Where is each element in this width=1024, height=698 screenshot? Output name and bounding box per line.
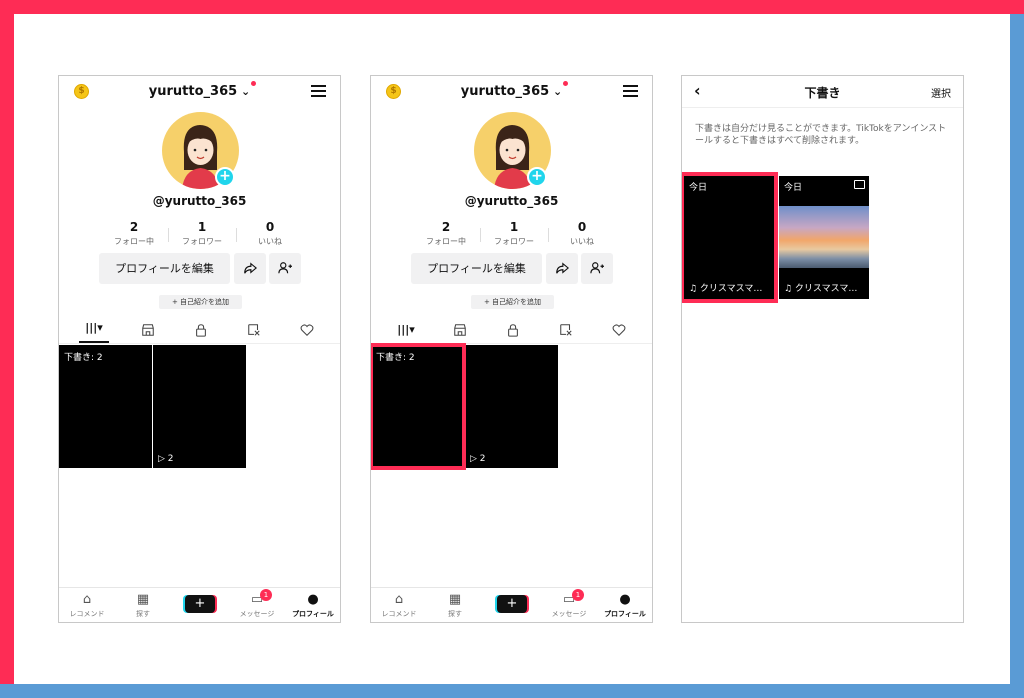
nav-inbox[interactable]: ▭ 1 メッセージ	[541, 589, 597, 619]
create-icon: +	[497, 595, 527, 613]
username-switcher[interactable]: yurutto_365 ⌄	[371, 84, 652, 99]
highlight-box	[682, 172, 778, 303]
tab-shop[interactable]	[445, 320, 475, 340]
profile-topbar: $ yurutto_365 ⌄	[59, 76, 340, 106]
profile-screen-1: $ yurutto_365 ⌄ + @yurutto_365 2 フォロー中 1フ…	[58, 75, 341, 623]
add-friend-button[interactable]	[269, 253, 301, 284]
add-bio-button[interactable]: + 自己紹介を追加	[471, 295, 554, 309]
tab-shop[interactable]	[133, 320, 163, 340]
page-title: 下書き	[804, 86, 841, 100]
select-button[interactable]: 選択	[931, 85, 951, 100]
stat-followers[interactable]: 1 フォロワー	[167, 220, 237, 247]
nav-profile[interactable]: ● プロフィール	[285, 591, 340, 619]
draft-video-tile[interactable]: 下書き: 2	[59, 345, 152, 468]
edit-profile-button[interactable]: プロフィールを編集	[99, 253, 230, 284]
tab-private[interactable]	[186, 320, 216, 340]
drafts-header: ‹ 下書き 選択	[682, 76, 963, 108]
frame-left-border	[0, 0, 14, 698]
shop-icon	[454, 324, 466, 336]
stat-likes[interactable]: 0 いいね	[235, 220, 305, 247]
menu-icon[interactable]	[623, 85, 638, 97]
notification-dot	[251, 81, 256, 86]
video-tile[interactable]: ▷ 2	[153, 345, 246, 468]
nav-profile[interactable]: ● プロフィール	[597, 591, 652, 619]
profile-tabs: |||▾	[371, 316, 652, 344]
nav-discover[interactable]: ▦ 探す	[115, 591, 171, 619]
nav-inbox[interactable]: ▭ 1 メッセージ	[229, 589, 285, 619]
share-icon	[556, 262, 570, 274]
frame-top-border	[0, 0, 1024, 14]
shop-icon	[142, 324, 154, 336]
stat-following[interactable]: 2 フォロー中	[99, 220, 169, 247]
inbox-icon: ▭	[562, 592, 576, 607]
username-switcher[interactable]: yurutto_365 ⌄	[59, 84, 340, 99]
notification-dot	[563, 81, 568, 86]
video-tile[interactable]: ▷ 2	[465, 345, 558, 468]
frame-right-border	[1010, 0, 1024, 698]
share-profile-button[interactable]	[546, 253, 578, 284]
drafts-note: 下書きは自分だけ見ることができます。TikTokをアンインストールすると下書きは…	[695, 124, 947, 146]
profile-icon: ●	[307, 592, 319, 607]
profile-stats: 2 フォロー中 1 フォロワー 0 いいね	[411, 220, 614, 250]
edit-profile-button[interactable]: プロフィールを編集	[411, 253, 542, 284]
lock-icon	[508, 324, 518, 337]
drafts-screen: ‹ 下書き 選択 下書きは自分だけ見ることができます。TikTokをアンインスト…	[681, 75, 964, 623]
add-avatar-icon[interactable]: +	[215, 167, 235, 187]
nav-create[interactable]: +	[484, 591, 540, 613]
menu-icon[interactable]	[311, 85, 326, 97]
bottom-nav: ⌂ レコメンド ▦ 探す + ▭ 1 メッセージ ● プロフィール	[371, 587, 652, 622]
bottom-nav: ⌂ レコメンド ▦ 探す + ▭ 1 メッセージ ● プロフィール	[59, 587, 340, 622]
tab-liked[interactable]	[292, 320, 322, 340]
draft-item[interactable]: 今日 ♫ クリスマスマ…	[779, 176, 869, 299]
stat-following[interactable]: 2 フォロー中	[411, 220, 481, 247]
stat-followers[interactable]: 1 フォロワー	[479, 220, 549, 247]
share-profile-button[interactable]	[234, 253, 266, 284]
profile-icon: ●	[619, 592, 631, 607]
chevron-down-icon: ⌄	[237, 85, 251, 98]
tab-videos[interactable]: |||▾	[79, 318, 109, 343]
heart-lock-icon	[300, 324, 314, 336]
music-label: ♫ クリスマスマ…	[784, 284, 858, 294]
photo-icon	[854, 180, 865, 189]
chevron-down-icon: ⌄	[549, 85, 563, 98]
create-icon: +	[185, 595, 215, 613]
profile-topbar: $ yurutto_365 ⌄	[371, 76, 652, 106]
sunset-thumbnail	[779, 206, 869, 268]
highlight-box	[371, 343, 466, 470]
profile-stats: 2 フォロー中 1 フォロワー 0 いいね	[99, 220, 302, 250]
tab-liked[interactable]	[604, 320, 634, 340]
repost-icon	[248, 324, 260, 336]
share-icon	[244, 262, 258, 274]
home-icon: ⌂	[394, 592, 404, 607]
repost-icon	[560, 324, 572, 336]
discover-icon: ▦	[448, 592, 462, 607]
add-avatar-icon[interactable]: +	[527, 167, 547, 187]
nav-home[interactable]: ⌂ レコメンド	[371, 591, 427, 619]
tab-private[interactable]	[498, 320, 528, 340]
profile-tabs: |||▾	[59, 316, 340, 344]
add-friend-button[interactable]	[581, 253, 613, 284]
inbox-icon: ▭	[250, 592, 264, 607]
profile-handle: @yurutto_365	[464, 194, 559, 208]
frame-bottom-border	[0, 684, 1024, 698]
add-user-icon	[278, 262, 292, 274]
notification-badge: 1	[260, 589, 272, 601]
profile-handle: @yurutto_365	[152, 194, 247, 208]
tab-reposts[interactable]	[551, 320, 581, 340]
frame-corner	[1010, 0, 1024, 14]
notification-badge: 1	[572, 589, 584, 601]
heart-lock-icon	[612, 324, 626, 336]
stat-likes[interactable]: 0 いいね	[547, 220, 617, 247]
discover-icon: ▦	[136, 592, 150, 607]
add-user-icon	[590, 262, 604, 274]
lock-icon	[196, 324, 206, 337]
add-bio-button[interactable]: + 自己紹介を追加	[159, 295, 242, 309]
tab-reposts[interactable]	[239, 320, 269, 340]
nav-create[interactable]: +	[172, 591, 228, 613]
nav-home[interactable]: ⌂ レコメンド	[59, 591, 115, 619]
profile-screen-2: $ yurutto_365 ⌄ + @yurutto_365 2 フォロー中 1フ…	[370, 75, 653, 623]
home-icon: ⌂	[82, 592, 92, 607]
nav-discover[interactable]: ▦ 探す	[427, 591, 483, 619]
tab-videos[interactable]: |||▾	[391, 320, 421, 340]
